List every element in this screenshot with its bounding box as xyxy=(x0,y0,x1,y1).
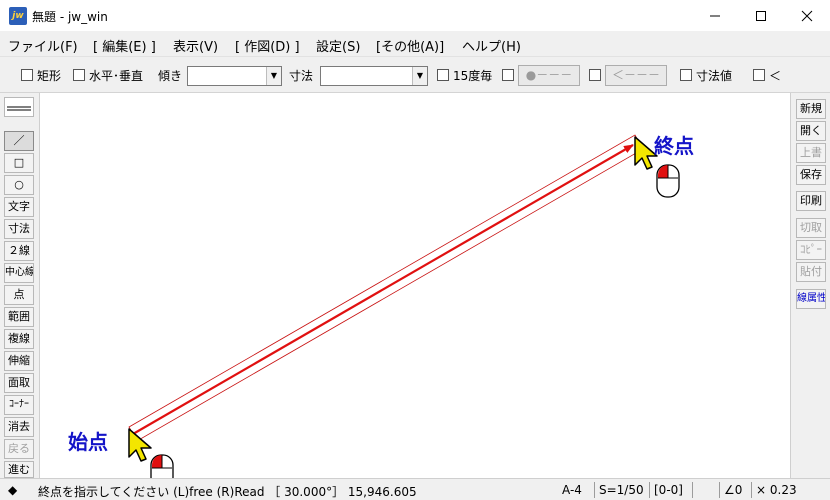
dim-combo[interactable]: ▼ xyxy=(320,66,428,86)
save-button[interactable]: 保存 xyxy=(796,165,826,185)
tilt-combo[interactable]: ▼ xyxy=(187,66,282,86)
tool-extend[interactable]: 伸縮 xyxy=(4,351,34,371)
line-attribute-button[interactable]: 線属性 xyxy=(796,289,826,309)
tool-chamfer[interactable]: 面取 xyxy=(4,373,34,393)
option-checkbox-3[interactable] xyxy=(753,69,765,81)
close-button[interactable] xyxy=(784,0,830,31)
menu-draw[interactable]: [ 作図(D) ] xyxy=(235,36,300,55)
menu-edit[interactable]: [ 編集(E) ] xyxy=(93,36,156,55)
dimval-checkbox[interactable] xyxy=(680,69,692,81)
close-icon xyxy=(801,10,813,21)
separator xyxy=(751,482,752,498)
tool-center-line[interactable]: 中心線 xyxy=(4,263,34,283)
end-point-label: 終点 xyxy=(654,134,694,158)
menu-file[interactable]: ファイル(F) xyxy=(8,36,78,55)
paste-button[interactable]: 貼付 xyxy=(796,262,826,282)
tool-options-bar: 矩形 水平･垂直 傾き ▼ 寸法 ▼ 15度毎 ●－－－ ＜－－－ 寸法値 ＜ xyxy=(0,57,830,93)
print-button[interactable]: 印刷 xyxy=(796,191,826,211)
separator xyxy=(649,482,650,498)
copy-button[interactable]: ｺﾋﾟｰ xyxy=(796,240,826,260)
dimval-label: 寸法値 xyxy=(696,69,733,83)
hv-checkbox[interactable] xyxy=(73,69,85,81)
drawing-canvas[interactable]: 始点 終点 xyxy=(41,93,790,478)
new-button[interactable]: 新規 xyxy=(796,99,826,119)
separator xyxy=(692,482,693,498)
menu-settings[interactable]: 設定(S) xyxy=(316,36,360,55)
tool-line[interactable]: ／ xyxy=(4,131,34,151)
chevron-down-icon: ▼ xyxy=(412,67,427,85)
right-command-panel: 新規 開く 上書 保存 印刷 切取 ｺﾋﾟｰ 貼付 線属性 xyxy=(790,93,830,478)
start-cursor-icon xyxy=(128,428,152,462)
tool-range[interactable]: 範囲 xyxy=(4,307,34,327)
point-line-button[interactable]: ●－－－ xyxy=(518,65,580,86)
end-mouse-icon xyxy=(656,164,680,198)
tool-point[interactable]: 点 xyxy=(4,285,34,305)
tool-corner[interactable]: ｺｰﾅｰ xyxy=(4,395,34,415)
overwrite-button[interactable]: 上書 xyxy=(796,143,826,163)
separator xyxy=(594,482,595,498)
angle-indicator[interactable]: ∠0 xyxy=(724,483,742,497)
open-button[interactable]: 開く xyxy=(796,121,826,141)
start-mouse-icon xyxy=(150,454,174,478)
line-arrow xyxy=(132,144,634,435)
arrow-line-button[interactable]: ＜－－－ xyxy=(605,65,667,86)
menu-view[interactable]: 表示(V) xyxy=(173,36,218,55)
minimize-button[interactable] xyxy=(692,0,738,31)
undo-button[interactable]: 戻る xyxy=(4,439,34,459)
status-bar: ◆ 終点を指示してください (L)free (R)Read ［ 30.000°］… xyxy=(0,478,830,500)
deg15-checkbox[interactable] xyxy=(437,69,449,81)
title-bar: jw 無題 - jw_win xyxy=(0,0,830,31)
tool-rect[interactable]: □ xyxy=(4,153,34,173)
line-type-icon xyxy=(7,106,31,111)
deg15-label: 15度毎 xyxy=(453,69,493,83)
tool-text[interactable]: 文字 xyxy=(4,197,34,217)
menu-bar: ファイル(F) [ 編集(E) ] 表示(V) [ 作図(D) ] 設定(S) … xyxy=(0,31,830,57)
redo-button[interactable]: 進む xyxy=(4,461,34,478)
menu-help[interactable]: ヘルプ(H) xyxy=(462,36,521,55)
maximize-icon xyxy=(756,10,766,21)
tilt-label: 傾き xyxy=(158,69,183,83)
layer-indicator[interactable]: [0-0] xyxy=(654,483,683,497)
app-icon: jw xyxy=(9,7,27,25)
left-tool-palette: ／ □ ○ 文字 寸法 ２線 中心線 点 範囲 複線 伸縮 面取 ｺｰﾅｰ 消去… xyxy=(0,93,40,478)
tool-double-line[interactable]: ２線 xyxy=(4,241,34,261)
tool-offset[interactable]: 複線 xyxy=(4,329,34,349)
option-checkbox-1[interactable] xyxy=(502,69,514,81)
rect-label: 矩形 xyxy=(37,69,62,83)
start-point-label: 始点 xyxy=(68,430,108,454)
menu-other[interactable]: [その他(A)] xyxy=(376,36,444,55)
minimize-icon xyxy=(710,15,720,16)
lt-label: ＜ xyxy=(769,69,782,83)
tool-circle[interactable]: ○ xyxy=(4,175,34,195)
tool-dimension[interactable]: 寸法 xyxy=(4,219,34,239)
window-title: 無題 - jw_win xyxy=(32,10,108,24)
hv-label: 水平･垂直 xyxy=(89,69,144,83)
cut-button[interactable]: 切取 xyxy=(796,218,826,238)
option-checkbox-2[interactable] xyxy=(589,69,601,81)
line-type-selector[interactable] xyxy=(4,97,34,117)
chevron-down-icon: ▼ xyxy=(266,67,281,85)
dim-label: 寸法 xyxy=(289,69,314,83)
rect-checkbox[interactable] xyxy=(21,69,33,81)
zoom-indicator[interactable]: × 0.23 xyxy=(756,483,797,497)
separator xyxy=(719,482,720,498)
paper-size[interactable]: A-4 xyxy=(562,483,582,497)
status-message: 終点を指示してください (L)free (R)Read ［ 30.000°］ 1… xyxy=(38,485,417,499)
status-diamond-icon: ◆ xyxy=(8,483,18,497)
tool-erase[interactable]: 消去 xyxy=(4,417,34,437)
scale-indicator[interactable]: S=1/50 xyxy=(599,483,644,497)
maximize-button[interactable] xyxy=(738,0,784,31)
